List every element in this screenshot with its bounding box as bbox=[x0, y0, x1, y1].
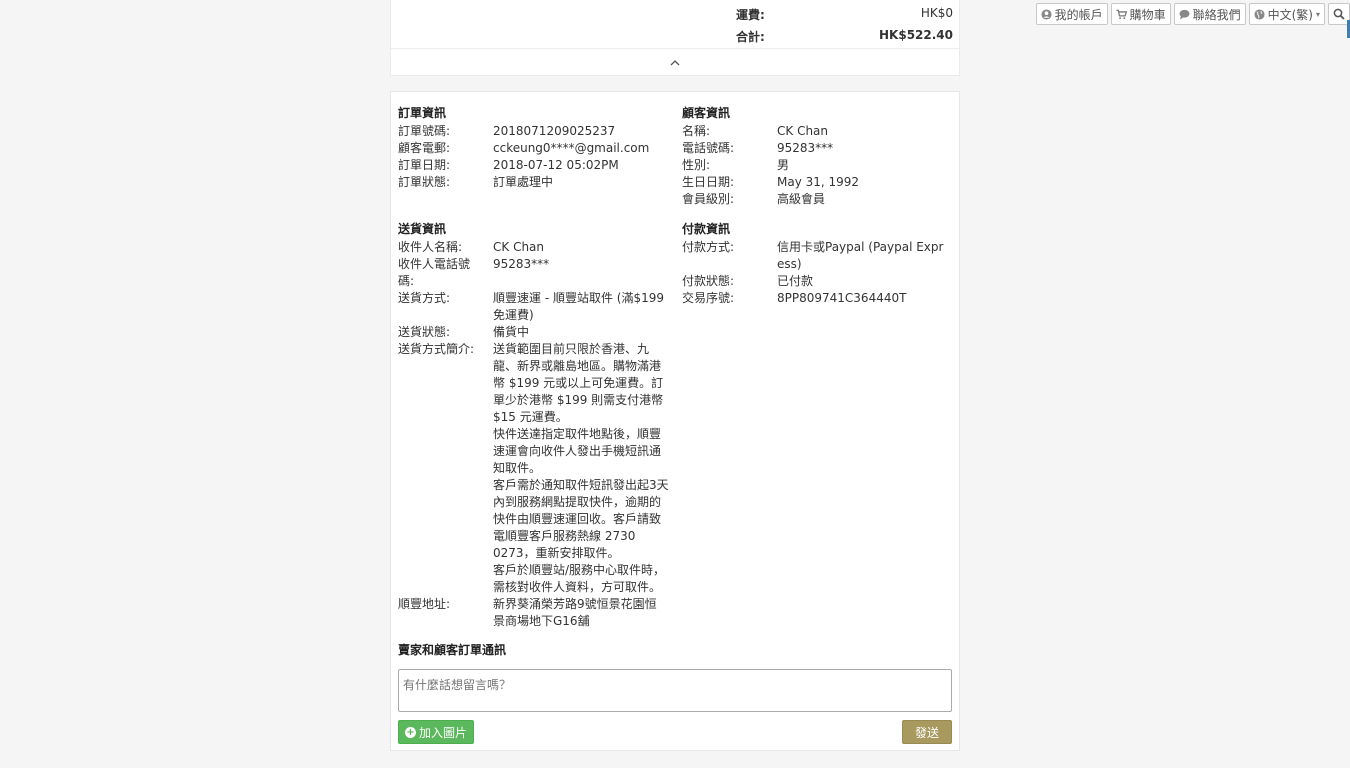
row-label: 訂單狀態: bbox=[398, 175, 451, 189]
row-label: 名稱: bbox=[682, 124, 711, 138]
total-row: 合計: HK$522.40 bbox=[736, 28, 953, 45]
order-details-card: 訂單資訊 訂單號碼: 2018071209025237 顧客電郵: cckeun… bbox=[390, 91, 960, 751]
row-label: 會員級別: bbox=[682, 192, 735, 206]
customer-gender: 男 bbox=[777, 158, 790, 172]
row-label: 送貨方式: bbox=[398, 291, 451, 305]
plus-circle-icon: + bbox=[405, 726, 416, 738]
row-label: 送貨狀態: bbox=[398, 325, 451, 339]
add-image-button[interactable]: + 加入圖片 bbox=[398, 720, 475, 744]
collapse-toggle[interactable] bbox=[391, 48, 959, 76]
send-label: 發送 bbox=[914, 725, 939, 740]
payment-method-row: 付款方式: 信用卡或Paypal (Paypal Express) bbox=[682, 239, 949, 273]
order-summary: 運費: HK$0 合計: HK$522.40 bbox=[390, 0, 960, 76]
row-label: 送貨方式簡介: bbox=[398, 342, 475, 356]
row-label: 收件人名稱: bbox=[398, 240, 463, 254]
intro-paragraph: 客戶需於通知取件短訊發出起3天內到服務網點提取快件，逾期的快件由順豐速運回收。客… bbox=[493, 478, 669, 560]
comment-icon bbox=[1179, 9, 1190, 20]
delivery-status-row: 送貨狀態: 備貨中 bbox=[398, 324, 670, 341]
contact-button[interactable]: 聯絡我們 bbox=[1173, 3, 1246, 25]
delivery-info-title: 送貨資訊 bbox=[398, 222, 447, 236]
customer-birthday-row: 生日日期: May 31, 1992 bbox=[682, 174, 952, 191]
search-icon bbox=[1333, 8, 1345, 20]
intro-paragraph: 快件送達指定取件地點後，順豐速運會向收件人發出手機短訊通知取件。 bbox=[493, 427, 662, 475]
customer-birthday: May 31, 1992 bbox=[777, 175, 860, 189]
payment-status-row: 付款狀態: 已付款 bbox=[682, 273, 952, 290]
message-input[interactable] bbox=[398, 669, 952, 712]
payment-method: 信用卡或Paypal (Paypal Express) bbox=[777, 240, 944, 271]
order-date: 2018-07-12 05:02PM bbox=[493, 158, 619, 172]
sf-address-row: 順豐地址: 新界葵涌榮芳路9號恒景花園恒景商場地下G16舖 bbox=[398, 596, 661, 630]
row-label: 訂單日期: bbox=[398, 158, 451, 172]
row-label: 付款方式: bbox=[682, 240, 735, 254]
delivery-status: 備貨中 bbox=[493, 325, 530, 339]
delivery-intro-row: 送貨方式簡介: 送貨範圍目前只限於香港、九龍、新界或離島地區。購物滿港幣 $19… bbox=[398, 341, 670, 596]
shipping-label: 運費: bbox=[736, 8, 765, 22]
row-label: 收件人電話號碼: bbox=[398, 257, 471, 288]
cart-label: 購物車 bbox=[1129, 7, 1166, 22]
total-value: HK$522.40 bbox=[879, 28, 953, 42]
delivery-method-row: 送貨方式: 順豐速運 - 順豐站取件 (滿$199免運費) bbox=[398, 290, 665, 324]
row-label: 順豐地址: bbox=[398, 597, 451, 611]
member-level-row: 會員級別: 高級會員 bbox=[682, 191, 952, 208]
order-number-row: 訂單號碼: 2018071209025237 bbox=[398, 123, 670, 140]
member-level: 高級會員 bbox=[777, 192, 826, 206]
cart-icon bbox=[1116, 9, 1127, 19]
transaction-row: 交易序號: 8PP809741C364440T bbox=[682, 290, 952, 307]
recipient-phone-row: 收件人電話號碼: 95283*** bbox=[398, 256, 670, 290]
recipient-name: CK Chan bbox=[493, 240, 545, 254]
transaction-id: 8PP809741C364440T bbox=[777, 291, 907, 305]
intro-paragraph: 送貨範圍目前只限於香港、九龍、新界或離島地區。購物滿港幣 $199 元或以上可免… bbox=[493, 342, 664, 424]
total-label: 合計: bbox=[736, 30, 765, 44]
order-status-row: 訂單狀態: 訂單處理中 bbox=[398, 174, 670, 191]
customer-name: CK Chan bbox=[777, 124, 829, 138]
customer-name-row: 名稱: CK Chan bbox=[682, 123, 952, 140]
order-number: 2018071209025237 bbox=[493, 124, 616, 138]
recipient-name-row: 收件人名稱: CK Chan bbox=[398, 239, 670, 256]
send-button[interactable]: 發送 bbox=[902, 720, 952, 744]
language-label: 中文(繁) bbox=[1267, 7, 1313, 22]
delivery-method: 順豐速運 - 順豐站取件 (滿$199免運費) bbox=[493, 291, 664, 322]
shipping-value: HK$0 bbox=[920, 6, 953, 20]
top-nav: 我的帳戶 購物車 聯絡我們 中文(繁) ▾ bbox=[1035, 3, 1350, 25]
row-label: 交易序號: bbox=[682, 291, 735, 305]
customer-email: cckeung0****@gmail.com bbox=[493, 141, 650, 155]
globe-icon bbox=[1254, 8, 1265, 20]
customer-phone-row: 電話號碼: 95283*** bbox=[682, 140, 952, 157]
user-circle-icon bbox=[1041, 8, 1052, 20]
customer-email-row: 顧客電郵: cckeung0****@gmail.com bbox=[398, 140, 670, 157]
contact-label: 聯絡我們 bbox=[1192, 7, 1241, 22]
order-status: 訂單處理中 bbox=[493, 175, 554, 189]
row-label: 訂單號碼: bbox=[398, 124, 451, 138]
row-label: 顧客電郵: bbox=[398, 141, 451, 155]
add-image-label: 加入圖片 bbox=[419, 725, 468, 740]
order-date-row: 訂單日期: 2018-07-12 05:02PM bbox=[398, 157, 670, 174]
intro-paragraph: 客戶於順豐站/服務中心取件時，需核對收件人資料，方可取件。 bbox=[493, 563, 666, 594]
customer-gender-row: 性別: 男 bbox=[682, 157, 952, 174]
account-label: 我的帳戶 bbox=[1054, 7, 1103, 22]
account-button[interactable]: 我的帳戶 bbox=[1035, 3, 1108, 25]
delivery-intro: 送貨範圍目前只限於香港、九龍、新界或離島地區。購物滿港幣 $199 元或以上可免… bbox=[493, 341, 670, 596]
customer-info-title: 顧客資訊 bbox=[682, 106, 731, 120]
chevron-down-icon: ▾ bbox=[1315, 9, 1320, 19]
order-info-title: 訂單資訊 bbox=[398, 106, 447, 120]
shipping-row: 運費: HK$0 bbox=[736, 6, 953, 23]
chevron-up-icon bbox=[670, 59, 680, 65]
sf-address: 新界葵涌榮芳路9號恒景花園恒景商場地下G16舖 bbox=[493, 597, 657, 628]
payment-status: 已付款 bbox=[777, 274, 814, 288]
messages-title: 賣家和顧客訂單通訊 bbox=[398, 643, 507, 657]
customer-phone: 95283*** bbox=[777, 141, 834, 155]
cart-button[interactable]: 購物車 bbox=[1110, 3, 1171, 25]
row-label: 生日日期: bbox=[682, 175, 735, 189]
row-label: 性別: bbox=[682, 158, 711, 172]
language-select[interactable]: 中文(繁) ▾ bbox=[1248, 3, 1325, 25]
row-label: 電話號碼: bbox=[682, 141, 735, 155]
row-label: 付款狀態: bbox=[682, 274, 735, 288]
recipient-phone: 95283*** bbox=[493, 257, 550, 271]
payment-info-title: 付款資訊 bbox=[682, 222, 731, 236]
